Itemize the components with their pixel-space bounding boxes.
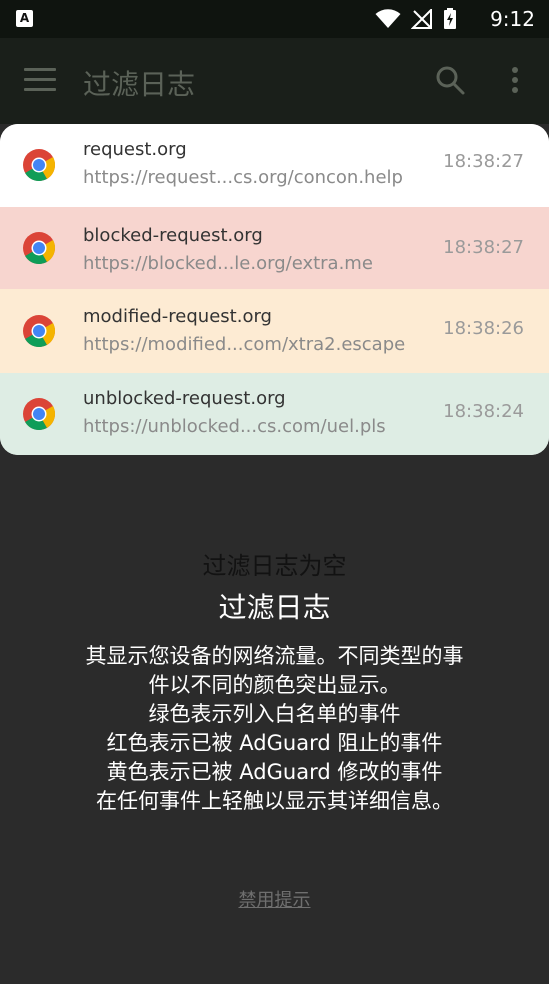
- menu-icon[interactable]: [24, 68, 56, 92]
- no-signal-icon: [411, 9, 432, 29]
- log-row-url: https://unblocked...cs.com/uel.pls: [83, 416, 386, 437]
- disable-hints-link[interactable]: 禁用提示: [0, 886, 549, 912]
- page-title: 过滤日志: [83, 68, 196, 101]
- log-row-url: https://blocked...le.org/extra.me: [83, 253, 373, 274]
- log-row-domain: request.org: [83, 139, 187, 160]
- log-row-domain: modified-request.org: [83, 306, 272, 327]
- log-row[interactable]: request.org https://request...cs.org/con…: [0, 124, 549, 207]
- chrome-icon: [23, 398, 56, 431]
- log-row-url: https://request...cs.org/concon.help: [83, 167, 403, 188]
- filter-log-list: request.org https://request...cs.org/con…: [0, 124, 549, 455]
- app-bar: 过滤日志: [0, 38, 549, 124]
- chrome-icon: [23, 315, 56, 348]
- description-line: 件以不同的颜色突出显示。: [148, 673, 401, 697]
- status-time: 9:12: [490, 7, 535, 31]
- log-row[interactable]: blocked-request.org https://blocked...le…: [0, 207, 549, 289]
- status-bar: A 9:12: [0, 0, 549, 38]
- search-icon[interactable]: [434, 64, 466, 96]
- empty-state-description: 其显示您设备的网络流量。不同类型的事 件以不同的颜色突出显示。 绿色表示列入白名…: [30, 642, 519, 816]
- chrome-icon: [23, 149, 56, 182]
- log-row-domain: blocked-request.org: [83, 225, 263, 246]
- description-line: 其显示您设备的网络流量。不同类型的事: [85, 644, 464, 668]
- log-row-time: 18:38:26: [443, 318, 524, 339]
- log-row[interactable]: unblocked-request.org https://unblocked.…: [0, 373, 549, 455]
- empty-state-title: 过滤日志为空: [202, 552, 347, 580]
- description-line: 黄色表示已被 AdGuard 修改的事件: [106, 760, 443, 784]
- app-notification-icon: A: [16, 10, 33, 27]
- log-row-time: 18:38:24: [443, 401, 524, 422]
- wifi-icon: [375, 9, 401, 28]
- log-row-time: 18:38:27: [443, 237, 524, 258]
- battery-charging-icon: [444, 8, 456, 29]
- log-row-url: https://modified...com/xtra2.escape: [83, 334, 406, 355]
- empty-state-heading: 过滤日志: [218, 591, 331, 624]
- description-line: 在任何事件上轻触以显示其详细信息。: [96, 789, 453, 813]
- description-line: 绿色表示列入白名单的事件: [148, 702, 401, 726]
- description-line: 红色表示已被 AdGuard 阻止的事件: [106, 731, 443, 755]
- log-row[interactable]: modified-request.org https://modified...…: [0, 289, 549, 373]
- chrome-icon: [23, 232, 56, 265]
- more-vert-icon[interactable]: [505, 66, 525, 96]
- log-row-time: 18:38:27: [443, 151, 524, 172]
- log-row-domain: unblocked-request.org: [83, 388, 286, 409]
